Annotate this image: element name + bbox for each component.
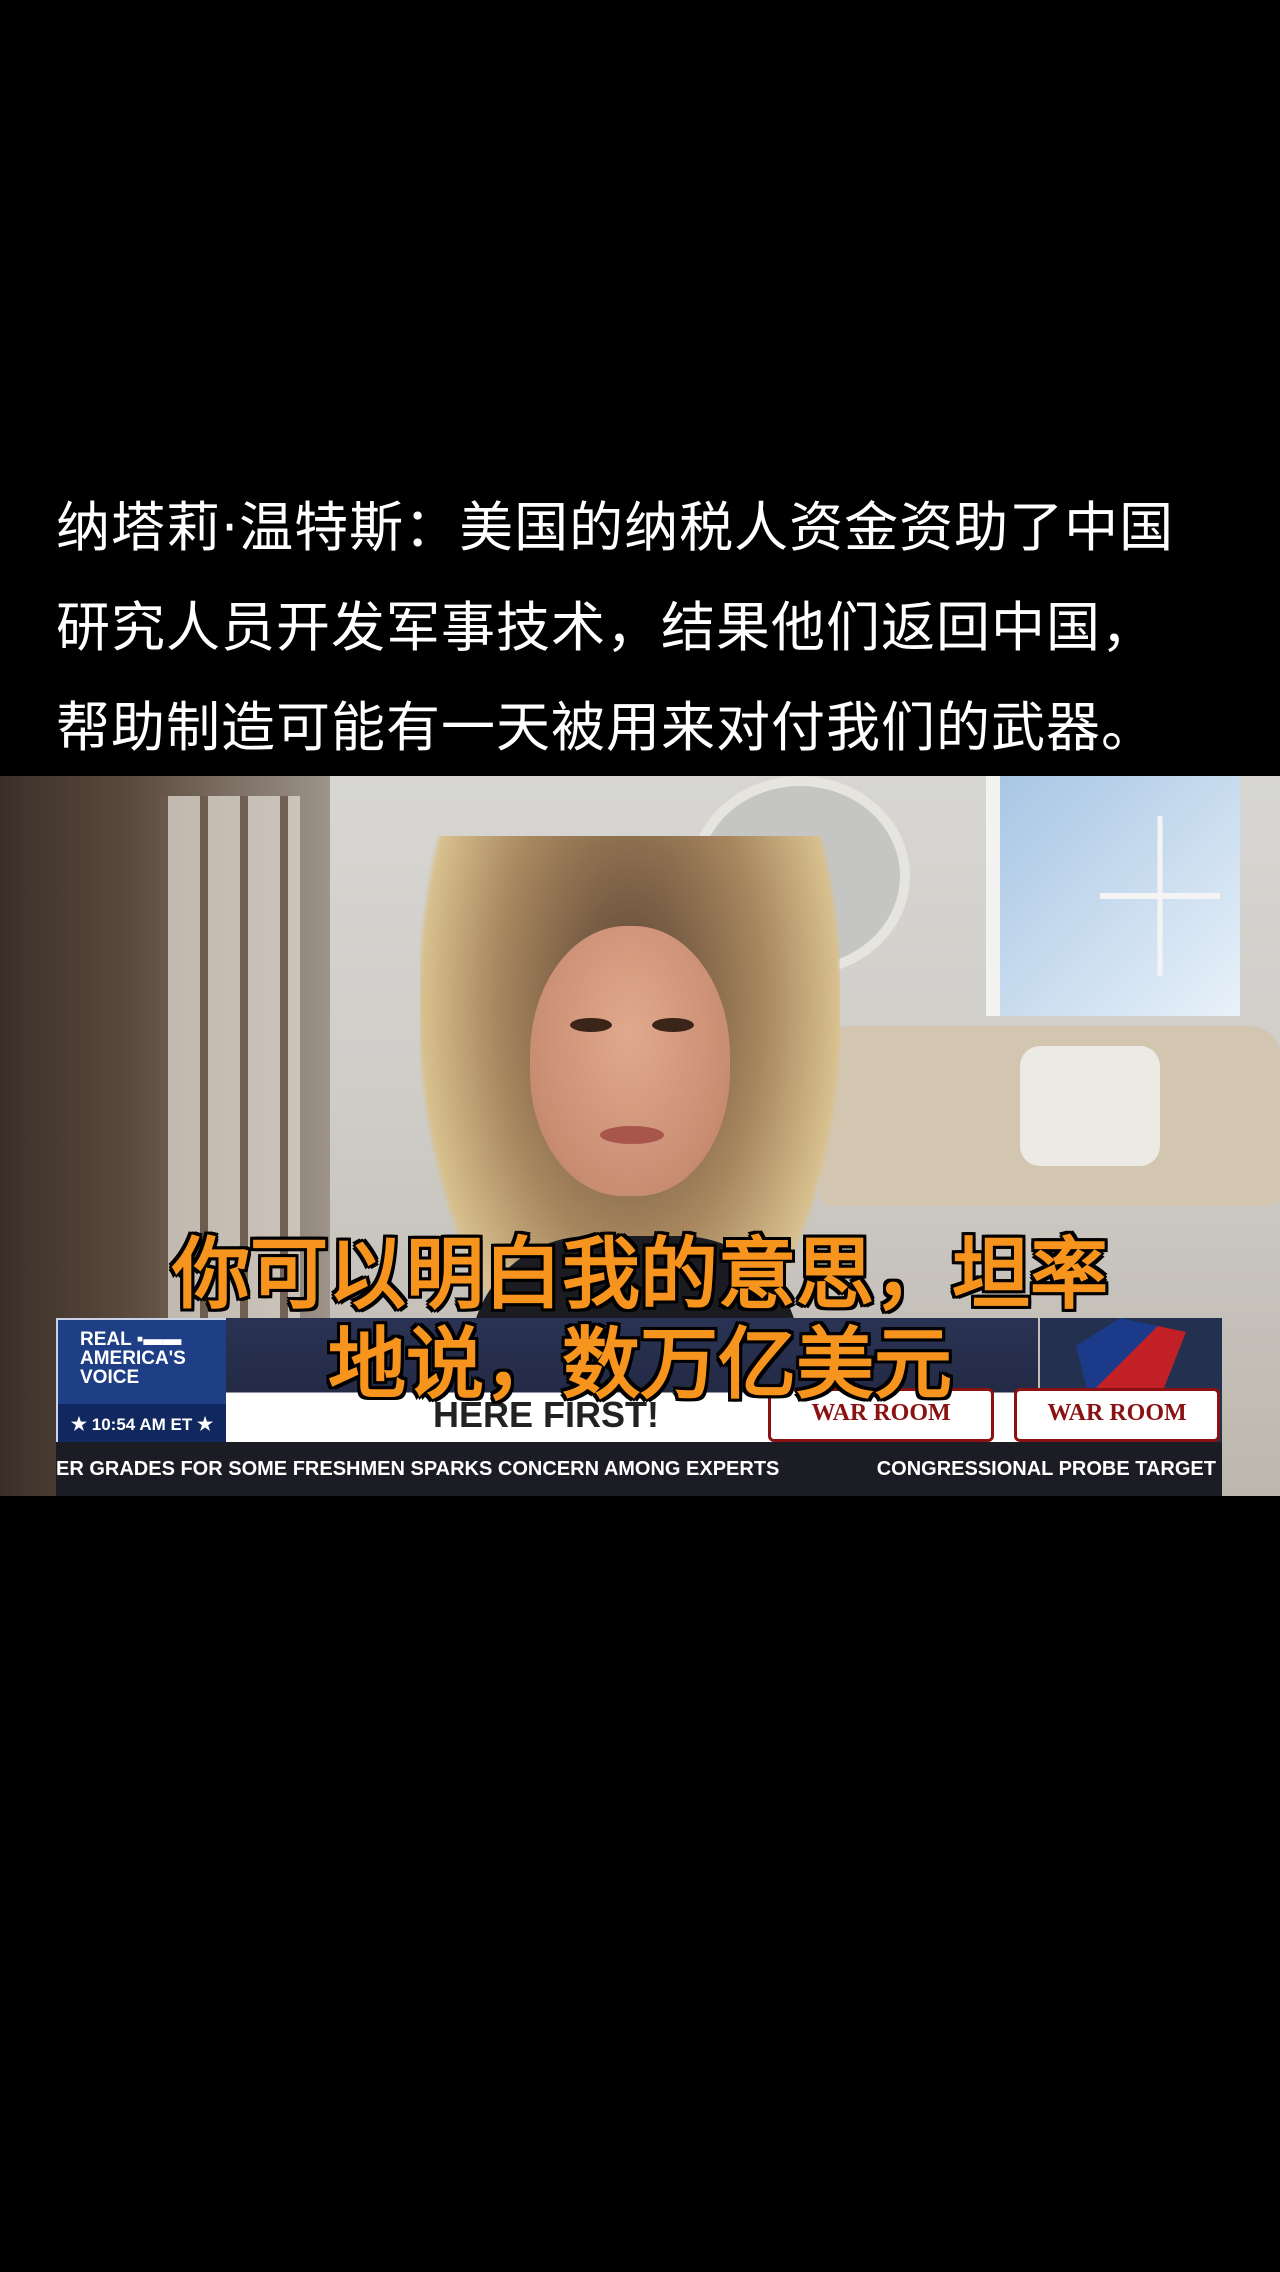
sofa-cushion bbox=[1020, 1046, 1160, 1166]
ticker-right: CONGRESSIONAL PROBE TARGET bbox=[876, 1458, 1216, 1480]
star-icon: ★ bbox=[196, 1414, 214, 1434]
left-eye bbox=[570, 1018, 612, 1032]
mouth bbox=[600, 1126, 664, 1144]
news-ticker: ER GRADES FOR SOME FRESHMEN SPARKS CONCE… bbox=[56, 1442, 1222, 1496]
speaker-face bbox=[530, 926, 730, 1196]
caption-line-2: 研究人员开发军事技术，结果他们返回中国， bbox=[56, 596, 1156, 659]
ticker-left: ER GRADES FOR SOME FRESHMEN SPARKS CONCE… bbox=[56, 1458, 780, 1480]
window-grid bbox=[1100, 816, 1220, 976]
star-icon: ★ bbox=[70, 1414, 88, 1434]
caption-line-1: 纳塔莉·温特斯：美国的纳税人资金资助了中国 bbox=[56, 496, 1175, 559]
subtitle-line-2: 地说，数万亿美元 bbox=[327, 1320, 952, 1410]
post-caption: 纳塔莉·温特斯：美国的纳税人资金资助了中国 研究人员开发军事技术，结果他们返回中… bbox=[56, 478, 1236, 778]
caption-line-3: 帮助制造可能有一天被用来对付我们的武器。 bbox=[56, 696, 1156, 759]
time-text: 10:54 AM ET bbox=[91, 1415, 193, 1434]
right-eye bbox=[652, 1018, 694, 1032]
